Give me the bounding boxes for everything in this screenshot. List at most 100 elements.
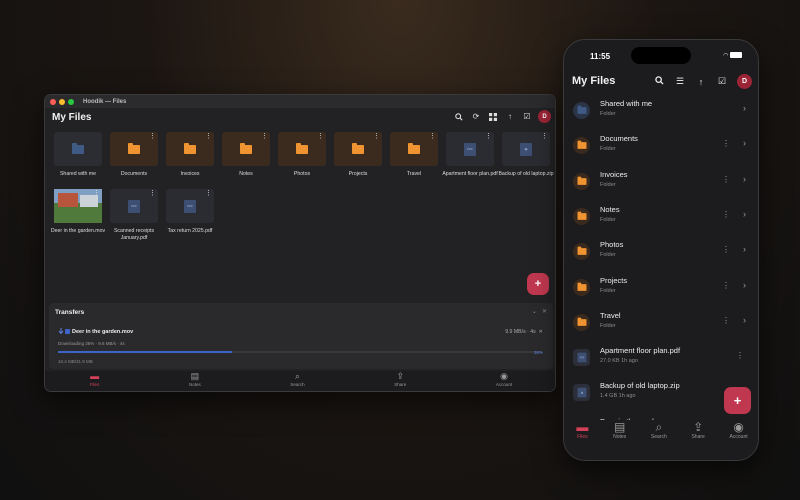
upload-icon[interactable]: ↑ — [695, 77, 707, 87]
folder-icon — [577, 176, 586, 185]
list-item[interactable]: PDF Apartment floor plan.pdf 27.0 KB 1h ag… — [564, 339, 758, 374]
file-tile[interactable]: ⋮ Notes — [218, 132, 274, 178]
tile-label: Deer in the garden.mov — [50, 228, 106, 234]
close-icon[interactable]: ✕ — [542, 309, 547, 315]
file-tile[interactable]: ⋮ Travel — [386, 132, 442, 178]
maximize-window-button[interactable] — [68, 98, 74, 105]
list-item[interactable]: Notes Folder ⋮ › — [564, 198, 758, 233]
chevron-right-icon[interactable]: › — [743, 244, 746, 254]
collapse-icon[interactable]: ⌄ — [532, 309, 537, 315]
file-tile[interactable]: PDF ⋮ Tax return 2025.pdf — [162, 189, 218, 235]
chevron-right-icon[interactable]: › — [743, 138, 746, 148]
search-icon[interactable] — [453, 111, 465, 123]
file-tile[interactable]: Shared with me — [50, 132, 106, 178]
list-item[interactable]: Photos Folder ⋮ › — [564, 233, 758, 268]
avatar[interactable]: D — [737, 74, 752, 89]
tile-label: Travel — [406, 171, 422, 177]
more-options-icon[interactable]: ⋮ — [317, 133, 324, 140]
chevron-right-icon[interactable]: › — [743, 315, 746, 325]
chevron-right-icon[interactable]: › — [743, 209, 746, 219]
nav-notes[interactable]: ▤ Notes — [613, 420, 626, 448]
nav-files[interactable]: ▬ Files — [576, 420, 588, 448]
chevron-right-icon[interactable]: › — [743, 103, 746, 113]
tile-label: Apartment floor plan.pdf — [442, 171, 498, 177]
more-options-icon[interactable]: ⋮ — [205, 190, 212, 197]
list-item[interactable]: Shared with me Folder › — [564, 92, 758, 127]
nav-label: Notes — [613, 434, 627, 440]
select-mode-icon[interactable]: ☑ — [521, 111, 533, 123]
tile-label: Notes — [239, 171, 253, 177]
more-options-icon[interactable]: ⋮ — [93, 190, 100, 197]
transfers-controls: ⌄ ✕ — [532, 308, 547, 315]
transfers-panel: Transfers ⌄ ✕ Deer in the garden.mov 9.9… — [49, 303, 553, 369]
archive-icon: ▣ — [520, 142, 532, 156]
page-title: My Files — [52, 112, 92, 123]
select-mode-icon[interactable]: ☑ — [716, 76, 728, 87]
file-tile[interactable]: ⋮ Invoices — [162, 132, 218, 178]
nav-label: Notes — [188, 382, 201, 387]
more-options-icon[interactable]: ⋮ — [722, 210, 730, 219]
list-item[interactable]: Invoices Folder ⋮ › — [564, 163, 758, 198]
list-item[interactable]: Travel Folder ⋮ › — [564, 304, 758, 339]
file-tile[interactable]: ⋮ Documents — [106, 132, 162, 178]
more-options-icon[interactable]: ⋮ — [736, 351, 744, 360]
minimize-window-button[interactable] — [59, 98, 65, 105]
list-item[interactable]: Projects Folder ⋮ › — [564, 269, 758, 304]
file-tile[interactable]: ⋮ Projects — [330, 132, 386, 178]
item-name: Apartment floor plan.pdf — [600, 346, 681, 356]
more-options-icon[interactable]: ⋮ — [722, 316, 730, 325]
more-options-icon[interactable]: ⋮ — [541, 133, 548, 140]
add-fab-button[interactable]: + — [527, 273, 549, 295]
chevron-right-icon[interactable]: › — [743, 280, 746, 290]
nav-account[interactable]: ◉ Account — [730, 420, 748, 448]
folder-icon — [184, 142, 196, 154]
folder-icon — [296, 142, 308, 154]
item-meta: Folder — [600, 181, 616, 188]
nav-notes[interactable]: ▤ Notes — [188, 371, 201, 391]
pdf-icon: PDF — [577, 352, 586, 363]
battery-icon — [730, 52, 742, 59]
item-name: Projects — [600, 275, 628, 285]
more-options-icon[interactable]: ⋮ — [722, 281, 730, 290]
file-tile[interactable]: PDF ⋮ Scanned receipts January.pdf — [106, 189, 162, 241]
more-options-icon[interactable]: ⋮ — [149, 133, 156, 140]
nav-search[interactable]: ⌕ Search — [290, 371, 304, 391]
item-name: Documents — [600, 134, 638, 144]
dynamic-island — [631, 47, 691, 64]
avatar[interactable]: D — [538, 110, 551, 123]
nav-files[interactable]: ▬ Files — [90, 371, 100, 391]
more-options-icon[interactable]: ⋮ — [429, 133, 436, 140]
transfer-status: Downloading 36% · 9.6 MB/s · 4s — [58, 341, 125, 346]
nav-account[interactable]: ◉ Account — [496, 371, 512, 391]
file-tile[interactable]: ⋮ Photos — [274, 132, 330, 178]
file-tile[interactable]: PDF ⋮ Apartment floor plan.pdf — [442, 132, 498, 178]
chevron-right-icon[interactable]: › — [743, 174, 746, 184]
upload-icon[interactable]: ↑ — [504, 111, 516, 123]
search-icon[interactable] — [653, 76, 665, 87]
folder-icon — [577, 140, 586, 150]
item-meta: Folder — [600, 216, 616, 223]
more-options-icon[interactable]: ⋮ — [261, 133, 268, 140]
item-name: Travel — [600, 310, 621, 320]
list-item[interactable]: Documents Folder ⋮ › — [564, 127, 758, 162]
add-fab-button[interactable]: + — [724, 387, 751, 414]
more-options-icon[interactable]: ⋮ — [373, 133, 380, 140]
file-tile[interactable]: ⋮ Deer in the garden.mov — [50, 189, 106, 235]
more-options-icon[interactable]: ⋮ — [722, 139, 730, 148]
more-options-icon[interactable]: ⋮ — [722, 175, 730, 184]
more-options-icon[interactable]: ⋮ — [205, 133, 212, 140]
refresh-icon[interactable]: ⟳ — [470, 111, 482, 123]
nav-label: Share — [691, 434, 705, 440]
item-meta: 27.0 KB 1h ago — [600, 358, 638, 365]
close-window-button[interactable] — [50, 98, 56, 105]
file-tile[interactable]: ▣ ⋮ Backup of old laptop.zip — [498, 132, 554, 178]
more-options-icon[interactable]: ⋮ — [485, 133, 492, 140]
more-options-icon[interactable]: ⋮ — [149, 190, 156, 197]
nav-share[interactable]: ⇪ Share — [691, 420, 704, 448]
nav-search[interactable]: ⌕ Search — [651, 420, 667, 448]
cancel-transfer-icon[interactable]: ✕ — [539, 329, 543, 335]
nav-share[interactable]: ⇪ Share — [394, 371, 406, 391]
grid-view-icon[interactable] — [487, 111, 499, 123]
more-options-icon[interactable]: ⋮ — [722, 245, 730, 254]
list-view-icon[interactable]: ☰ — [674, 76, 686, 87]
